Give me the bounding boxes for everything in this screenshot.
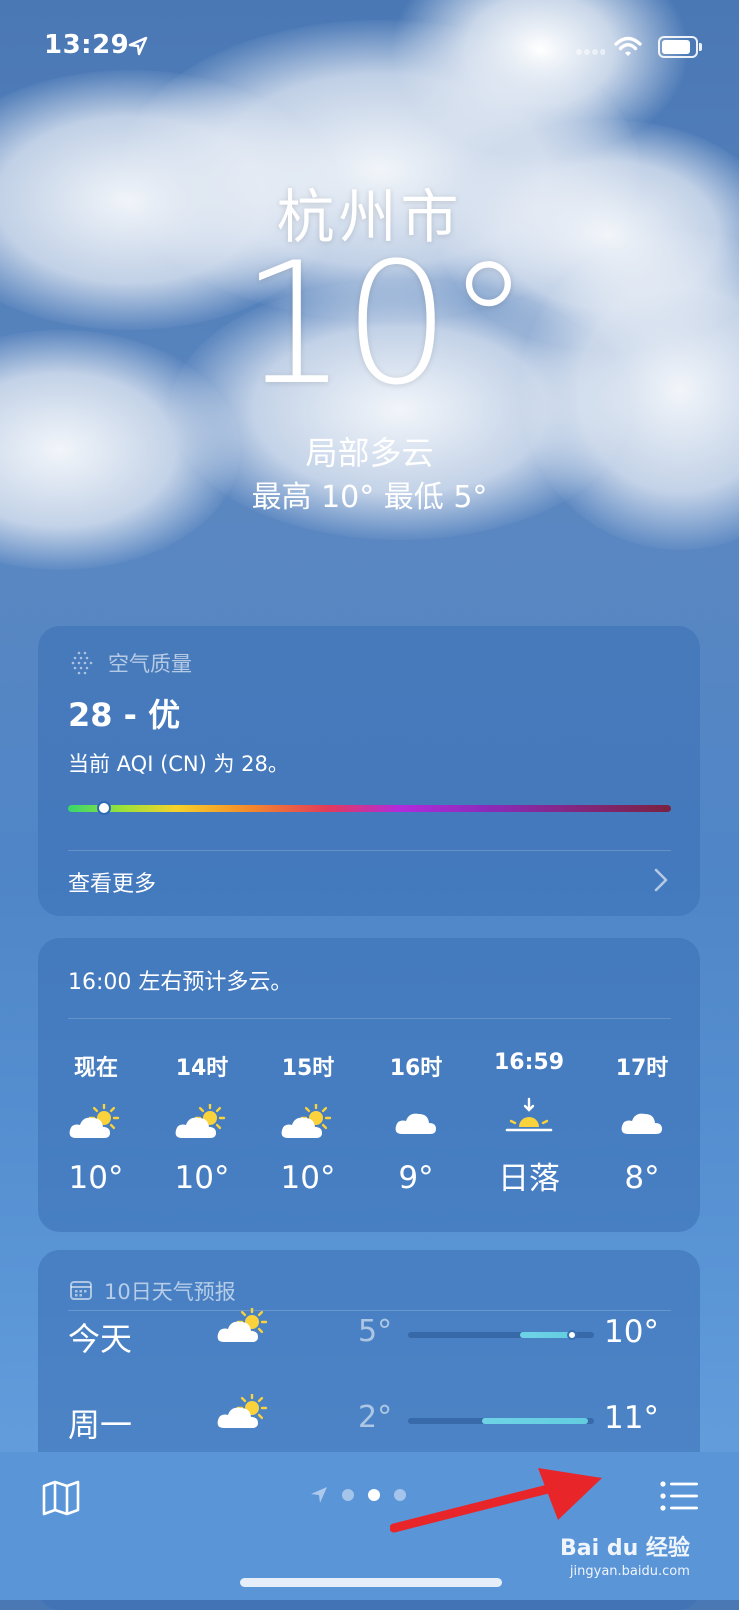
hourly-icon-wrap: [42, 1096, 150, 1152]
hourly-time: 现在: [73, 1056, 118, 1081]
hourly-time: 15时: [281, 1056, 335, 1081]
air-quality-icon: [71, 651, 93, 675]
signal-dots-icon: [576, 49, 605, 55]
hourly-time: 16:59: [493, 1050, 565, 1075]
hourly-item: 现在 10°: [42, 1050, 150, 1196]
hourly-temp: 10°: [280, 1160, 336, 1196]
ten-day-row[interactable]: 周一 2° 11°: [68, 1392, 671, 1456]
wifi-icon: [614, 36, 642, 56]
hourly-time: 16时: [389, 1056, 443, 1081]
aqi-value: 28 - 优: [68, 696, 181, 734]
hourly-icon-wrap: [475, 1089, 583, 1145]
list-icon[interactable]: [660, 1480, 700, 1512]
ten-day-day: 周一: [68, 1406, 133, 1444]
divider: [68, 1018, 671, 1019]
partly-sunny-icon: [281, 1104, 332, 1138]
status-time: 13:29: [44, 30, 130, 60]
ten-day-row[interactable]: 今天 5° 10°: [68, 1306, 671, 1370]
divider: [68, 850, 671, 851]
home-indicator[interactable]: [240, 1578, 502, 1587]
see-more-link[interactable]: 查看更多: [68, 866, 156, 898]
calendar-icon: [70, 1281, 92, 1300]
hourly-icon-wrap: [362, 1096, 470, 1152]
ten-day-range-fill: [482, 1418, 589, 1424]
hourly-time: 17时: [615, 1056, 669, 1081]
hourly-icon-wrap: [254, 1096, 362, 1152]
weather-condition: 局部多云: [305, 434, 434, 472]
partly-sunny-icon: [217, 1392, 268, 1428]
hourly-icon-wrap: [148, 1096, 256, 1152]
ten-day-range-fill: [519, 1332, 572, 1338]
hourly-temp: 10°: [68, 1160, 124, 1196]
watermark-brand: Bai du 经验: [560, 1536, 690, 1561]
hourly-temp: 9°: [398, 1160, 434, 1196]
location-arrow-icon: [128, 36, 148, 56]
air-quality-label: 空气质量: [108, 652, 192, 676]
sunset-icon: [505, 1097, 553, 1132]
ten-day-low: 5°: [358, 1314, 393, 1349]
hourly-icon-wrap: [588, 1096, 696, 1152]
ten-day-label: 10日天气预报: [104, 1280, 236, 1304]
chevron-right-icon[interactable]: [654, 868, 668, 892]
status-bar: 13:29: [0, 0, 739, 90]
high-low-temperature: 最高 10° 最低 5°: [251, 480, 488, 515]
hourly-temp: 10°: [174, 1160, 230, 1196]
hourly-temp: 8°: [624, 1160, 660, 1196]
watermark-url: jingyan.baidu.com: [569, 1564, 690, 1579]
ten-day-current-marker: [566, 1330, 577, 1340]
cloud-icon: [621, 1113, 662, 1134]
ten-day-range-bar: [408, 1330, 594, 1340]
ten-day-high: 11°: [604, 1400, 659, 1436]
partly-sunny-icon: [69, 1104, 120, 1138]
red-arrow-annotation: [390, 1468, 602, 1533]
ten-day-icon-wrap: [216, 1392, 272, 1438]
hourly-time: 14时: [175, 1056, 229, 1081]
aqi-description: 当前 AQI (CN) 为 28。: [68, 752, 289, 776]
hourly-item: 14时 10°: [148, 1050, 256, 1196]
ten-day-range-bar: [408, 1418, 594, 1424]
map-icon[interactable]: [42, 1480, 80, 1516]
ten-day-day: 今天: [68, 1320, 133, 1358]
partly-sunny-icon: [175, 1104, 226, 1138]
partly-sunny-icon: [217, 1306, 268, 1342]
hourly-item: 16时 9°: [362, 1050, 470, 1196]
ten-day-icon-wrap: [216, 1306, 272, 1352]
baidu-watermark: Bai du 经验 jingyan.baidu.com: [560, 1530, 690, 1579]
cloud-icon: [395, 1113, 436, 1134]
hourly-summary: 16:00 左右预计多云。: [68, 970, 293, 995]
page-dot[interactable]: [342, 1489, 354, 1501]
hourly-item: 16:59 日落: [475, 1050, 583, 1198]
ten-day-low: 2°: [358, 1400, 393, 1435]
location-page-icon[interactable]: [310, 1486, 328, 1504]
aqi-scale-bar: [68, 805, 671, 812]
ten-day-high: 10°: [604, 1314, 659, 1350]
page-dot-active[interactable]: [368, 1489, 380, 1501]
current-temperature: 10°: [240, 226, 531, 422]
hourly-item: 15时 10°: [254, 1050, 362, 1196]
hourly-item: 17时 8°: [588, 1050, 696, 1196]
battery-icon: [658, 36, 702, 58]
hourly-temp: 日落: [498, 1161, 560, 1197]
